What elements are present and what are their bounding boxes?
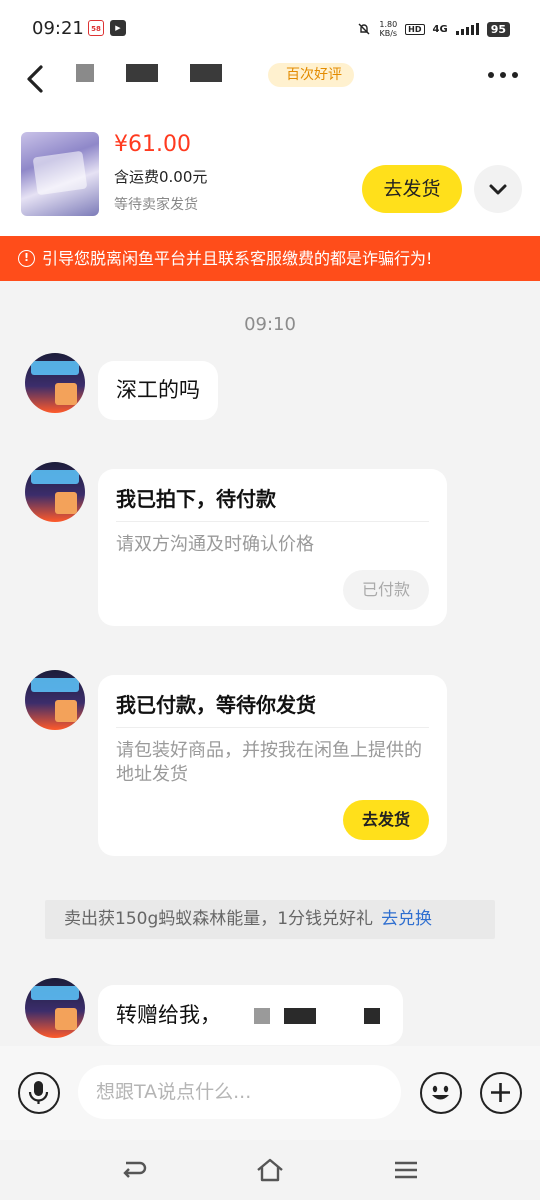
battery-icon: 95 [486,21,510,37]
redaction-block [284,1008,316,1024]
promo-banner: 卖出获150g蚂蚁森林能量，1分钱兑好礼 去兑换 [45,900,495,939]
message-input[interactable] [78,1065,401,1119]
hd-badge: HD [405,23,425,35]
redaction-block [76,64,94,82]
more-dot [500,72,506,78]
nav-menu-button[interactable] [390,1154,422,1186]
expand-button[interactable] [474,165,522,213]
emoji-button[interactable] [420,1072,462,1114]
product-thumbnail[interactable] [21,132,99,216]
order-card-pending-payment[interactable]: 我已拍下，待付款 请双方沟通及时确认价格 已付款 [98,469,447,626]
plus-icon [491,1083,510,1102]
chevron-left-icon [27,65,43,93]
redaction-block [364,1008,380,1024]
warning-text: 引导您脱离闲鱼平台并且联系客服缴费的都是诈骗行为! [42,249,433,268]
chevron-down-icon [489,184,507,195]
product-card[interactable]: ¥61.00 含运费0.00元 等待卖家发货 去发货 [0,112,540,236]
card-description: 请双方沟通及时确认价格 [116,534,314,555]
message-bubble[interactable]: 深工的吗 [98,361,218,420]
mute-icon [358,23,370,35]
message-text: 转赠给我， [116,1003,221,1027]
message-timestamp: 09:10 [244,314,296,335]
net-speed-unit: KB/s [379,29,398,38]
divider [116,521,429,522]
system-nav-bar [0,1140,540,1200]
ship-button[interactable]: 去发货 [362,165,462,213]
signal-icon [455,23,479,35]
card-title: 我已拍下，待付款 [116,487,276,511]
net-speed: 1.80 KB/s [379,20,397,38]
redaction-block [254,1008,270,1024]
app-58-icon: 58 [88,20,104,36]
product-price: ¥61.00 [114,132,191,157]
order-status: 等待卖家发货 [114,197,198,213]
nav-back-button[interactable] [118,1154,150,1186]
status-right: 1.80 KB/s HD 4G 95 [357,20,510,38]
fraud-warning-banner: ! 引导您脱离闲鱼平台并且联系客服缴费的都是诈骗行为! [0,236,540,281]
plus-button[interactable] [480,1072,522,1114]
back-button[interactable] [22,64,52,94]
net-speed-value: 1.80 [379,20,398,29]
divider [116,727,429,728]
video-app-icon: ▶ [110,20,126,36]
avatar[interactable] [25,353,85,413]
menu-icon [395,1161,417,1179]
ship-button[interactable]: 去发货 [343,800,429,840]
message-text: 深工的吗 [116,378,200,402]
exclamation-circle-icon: ! [18,250,35,267]
avatar[interactable] [25,670,85,730]
home-icon [257,1158,283,1182]
chat-header: 百次好评 [0,42,540,112]
card-description: 请包装好商品，并按我在闲鱼上提供的地址发货 [116,740,422,785]
shipping-fee: 含运费0.00元 [114,168,208,186]
paid-button[interactable]: 已付款 [343,570,429,610]
redaction-block [126,64,158,82]
message-bubble[interactable]: 转赠给我， [98,985,403,1045]
nav-home-button[interactable] [254,1154,286,1186]
avatar[interactable] [25,978,85,1038]
more-dot [512,72,518,78]
order-card-awaiting-shipment[interactable]: 我已付款，等待你发货 请包装好商品，并按我在闲鱼上提供的地址发货 去发货 [98,675,447,856]
more-dots-icon [488,72,494,78]
avatar[interactable] [25,462,85,522]
promo-text: 卖出获150g蚂蚁森林能量，1分钱兑好礼 [64,909,374,929]
emoji-icon [432,1085,449,1100]
good-review-badge: 百次好评 [268,63,354,87]
status-time: 09:21 [32,18,84,39]
voice-button[interactable] [18,1072,60,1114]
input-bar [0,1046,540,1140]
microphone-icon [28,1081,49,1104]
network-type: 4G [432,23,448,35]
back-nav-icon [123,1161,147,1178]
redeem-link[interactable]: 去兑换 [381,909,432,929]
redaction-block [190,64,222,82]
card-title: 我已付款，等待你发货 [116,693,316,717]
more-button[interactable] [488,72,518,78]
